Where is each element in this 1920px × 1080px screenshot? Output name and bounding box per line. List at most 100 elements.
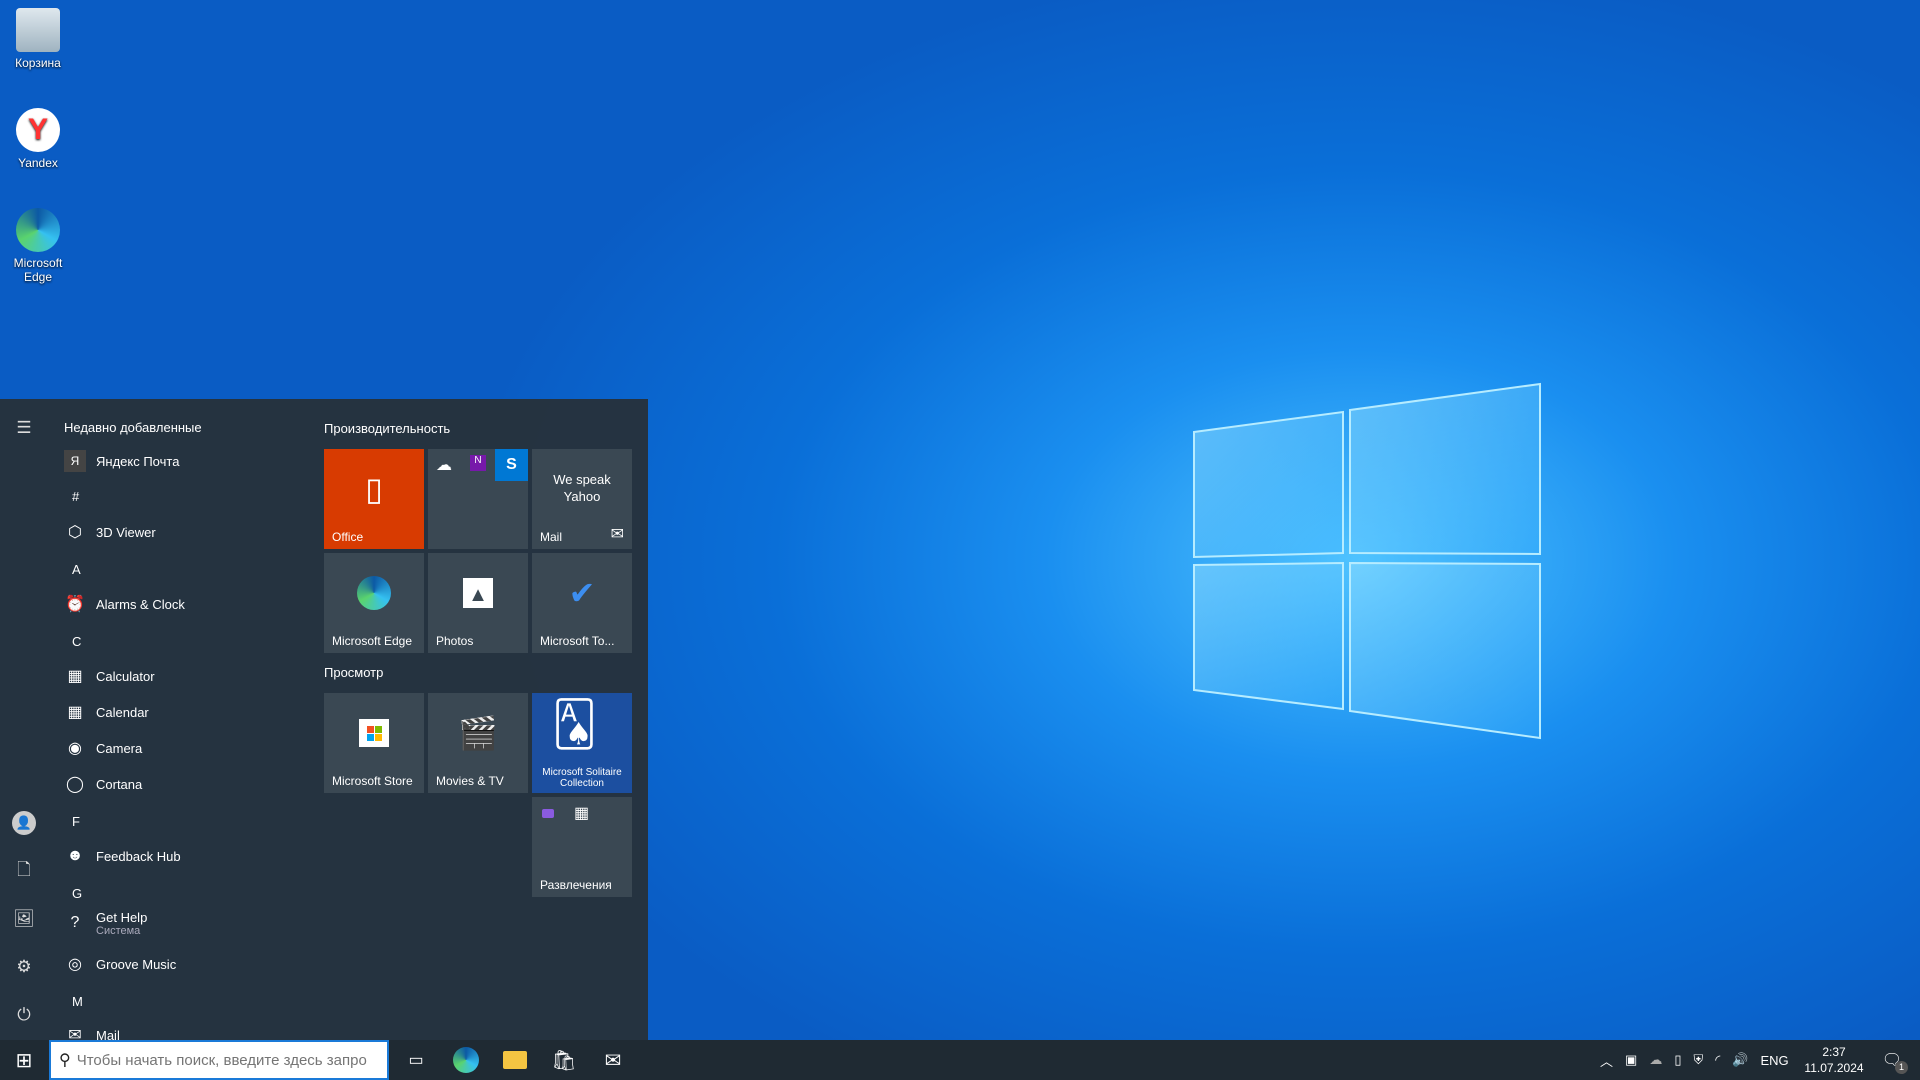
app-list-item[interactable]: ▦ Calendar — [64, 695, 149, 729]
recycle-bin-icon — [16, 8, 60, 52]
tile-folder-entertainment[interactable]: ▦ Развлечения — [532, 797, 632, 897]
app-name: Get Help — [96, 909, 148, 925]
tile-mail[interactable]: We speak Yahoo Mail ✉ — [532, 449, 632, 549]
todo-icon: ✔ — [568, 575, 596, 611]
app-yandex-mail[interactable]: Я Яндекс Почта — [64, 444, 179, 478]
app-label: Cortana — [96, 777, 142, 792]
tile-movies[interactable]: 🎬 Movies & TV — [428, 693, 528, 793]
tile-photos[interactable]: ▲ Photos — [428, 553, 528, 653]
section-letter[interactable]: M — [72, 994, 83, 1009]
search-box[interactable]: ⚲ — [49, 1040, 389, 1080]
desktop-icon-edge[interactable]: Microsoft Edge — [0, 208, 76, 284]
app-label: Camera — [96, 741, 142, 756]
app-list-item[interactable]: ◉ Camera — [64, 731, 142, 765]
section-letter[interactable]: C — [72, 634, 81, 649]
usb-device-icon[interactable]: ▯ — [1674, 1052, 1681, 1068]
windows-icon: ⊞ — [15, 1049, 33, 1072]
app-name: Cortana — [96, 776, 143, 792]
network-icon[interactable]: ◜ — [1715, 1052, 1720, 1068]
app-label: Calendar — [96, 705, 149, 720]
group-header-productivity: Производительность — [324, 421, 451, 436]
feedback-icon: ☻ — [66, 847, 84, 864]
app-list-item[interactable]: ☻ Feedback Hub — [64, 839, 181, 873]
app-label: Feedback Hub — [96, 849, 181, 864]
app-list-item[interactable]: ? Get Help Система — [64, 906, 148, 940]
cortana-icon: ◯ — [66, 776, 84, 793]
section-letter[interactable]: A — [72, 562, 81, 577]
desktop-icon-recycle-bin[interactable]: Корзина — [0, 8, 76, 70]
app-list-item[interactable]: ⏰ Alarms & Clock — [64, 587, 185, 621]
app-label: Alarms & Clock — [96, 597, 185, 612]
alarm-clock-icon: ⏰ — [65, 596, 85, 613]
tile-todo[interactable]: ✔ Microsoft To... — [532, 553, 632, 653]
tile-office[interactable]: ▯ Office — [324, 449, 424, 549]
tile-solitaire[interactable]: 🂡 Microsoft Solitaire Collection — [532, 693, 632, 793]
skype-icon: S — [495, 449, 528, 481]
onedrive-icon[interactable]: ☁ — [1649, 1052, 1662, 1068]
app-list-item[interactable]: ⬡ 3D Viewer — [64, 515, 156, 549]
taskbar-file-explorer[interactable] — [491, 1040, 539, 1080]
calculator-icon: ▦ — [67, 668, 83, 685]
groove-icon: ◎ — [68, 956, 82, 973]
yandex-browser-icon: Y — [16, 108, 60, 152]
taskbar-edge[interactable] — [442, 1040, 490, 1080]
mail-icon: ✉ — [610, 526, 624, 543]
taskbar-mail[interactable]: ✉ — [589, 1040, 637, 1080]
desktop-icon-yandex[interactable]: Y Yandex — [0, 108, 76, 170]
show-hidden-icons-chevron-icon[interactable]: ︿ — [1600, 1051, 1613, 1070]
section-letter[interactable]: F — [72, 814, 80, 829]
edge-icon — [453, 1047, 479, 1073]
app-name: Calculator — [96, 668, 155, 684]
movies-icon: 🎬 — [458, 715, 498, 751]
calculator-icon: ▦ — [574, 805, 590, 822]
app-list-item[interactable]: ◯ Cortana — [64, 767, 142, 801]
section-letter[interactable]: # — [72, 489, 79, 504]
app-list-item[interactable]: ◎ Groove Music — [64, 947, 176, 981]
start-menu: ☰ 👤 🗋 🖼 ⚙ ⏻ Недавно добавленные Я Яндекс … — [0, 399, 648, 1044]
tile-store[interactable]: Microsoft Store — [324, 693, 424, 793]
settings-gear-icon[interactable]: ⚙ — [12, 955, 36, 979]
section-letter[interactable]: G — [72, 886, 82, 901]
app-name: Calendar — [96, 704, 149, 720]
start-rail: ☰ 👤 🗋 🖼 ⚙ ⏻ — [0, 399, 48, 1040]
app-label: 3D Viewer — [96, 525, 156, 540]
action-center-button[interactable]: 🗨 1 — [1868, 1040, 1916, 1080]
tile-edge[interactable]: Microsoft Edge — [324, 553, 424, 653]
clock[interactable]: 2:37 11.07.2024 — [1804, 1040, 1864, 1080]
power-icon[interactable]: ⏻ — [12, 1003, 36, 1027]
app-label: Groove Music — [96, 957, 176, 972]
camera-icon: ◉ — [68, 740, 82, 757]
pictures-icon[interactable]: 🖼 — [12, 907, 36, 931]
edge-icon — [16, 208, 60, 252]
menu-hamburger-icon[interactable]: ☰ — [12, 416, 36, 440]
taskbar-store[interactable]: 🛍 — [540, 1040, 588, 1080]
onenote-icon: N — [470, 455, 486, 471]
app-name: 3D Viewer — [96, 524, 156, 540]
onedrive-icon: ☁ — [436, 457, 452, 474]
meet-now-icon[interactable]: ▣ — [1625, 1052, 1637, 1068]
app-name: Camera — [96, 740, 143, 756]
solitaire-icon: 🂡 — [552, 700, 598, 749]
language-indicator[interactable]: ENG — [1760, 1053, 1788, 1068]
security-shield-icon[interactable]: ⛨ — [1693, 1052, 1703, 1068]
app-list-item[interactable]: ▦ Calculator — [64, 659, 155, 693]
start-button[interactable]: ⊞ — [0, 1040, 48, 1080]
store-icon — [359, 719, 389, 747]
search-input[interactable] — [76, 1051, 367, 1069]
office-icon: ▯ — [365, 471, 383, 507]
volume-icon[interactable]: 🔊 — [1732, 1052, 1748, 1068]
edge-icon — [357, 576, 391, 610]
task-view-icon: ▭ — [408, 1052, 424, 1069]
tile-folder-office-apps[interactable]: ☁ N S — [428, 449, 528, 549]
taskbar: ⊞ ⚲ ▭ 🛍 ✉ ︿ ▣ ☁ ▯ ⛨ ◜ 🔊 ENG 2:3711.07.20… — [0, 1040, 1920, 1080]
user-avatar-icon[interactable]: 👤 — [12, 811, 36, 835]
documents-icon[interactable]: 🗋 — [12, 859, 36, 883]
task-view-button[interactable]: ▭ — [392, 1040, 440, 1080]
app-name: Alarms & Clock — [96, 596, 185, 612]
app-label: Calculator — [96, 669, 155, 684]
calendar-icon: ▦ — [67, 704, 83, 721]
yandex-mail-icon: Я — [64, 450, 86, 472]
folder-icon — [503, 1051, 527, 1069]
app-name: Feedback Hub — [96, 848, 181, 864]
store-icon: 🛍 — [551, 1049, 577, 1072]
